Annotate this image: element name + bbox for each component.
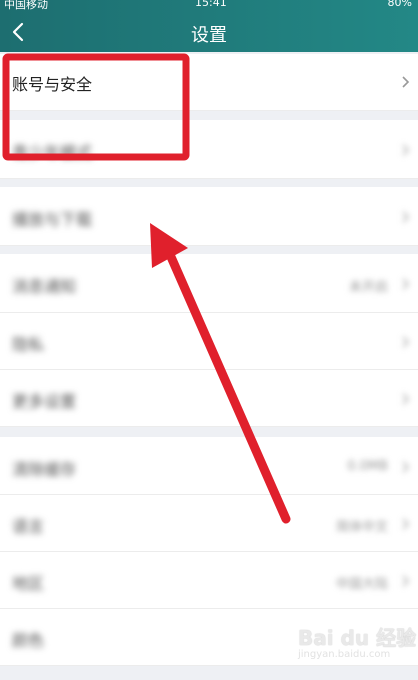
settings-item-region[interactable]: 地区 中国大陆	[0, 552, 418, 609]
chevron-right-icon	[402, 518, 410, 530]
settings-item-value: 0.0MB	[347, 459, 388, 474]
settings-item-clear-cache[interactable]: 清除缓存 0.0MB	[0, 437, 418, 495]
settings-item-label: 隐私	[12, 335, 45, 354]
settings-item-label: 颜色	[12, 631, 45, 650]
settings-item-label: 更多设置	[12, 392, 77, 411]
status-bar: 中国移动 15:41 80%	[0, 0, 418, 11]
chevron-right-icon	[402, 461, 410, 473]
clock: 15:41	[195, 0, 227, 9]
chevron-right-icon	[402, 393, 410, 405]
settings-item-playback-download[interactable]: 播放与下载	[0, 187, 418, 246]
chevron-right-icon	[402, 211, 410, 223]
settings-item-youth-mode[interactable]: 青少年模式	[0, 120, 418, 179]
settings-item-label: 账号与安全	[12, 75, 93, 94]
watermark-logo: Bai du 经验	[298, 626, 417, 650]
header-bar: 中国移动 15:41 80% 设置	[0, 0, 418, 52]
carrier-label: 中国移动	[4, 0, 48, 11]
page-title: 设置	[191, 25, 227, 46]
chevron-right-icon	[402, 336, 410, 348]
settings-item-label: 消息通知	[12, 277, 77, 296]
chevron-right-icon	[402, 144, 410, 156]
settings-item-value: 简体中文	[335, 520, 388, 535]
settings-item-label: 清除缓存	[12, 460, 77, 479]
chevron-right-icon	[402, 575, 410, 587]
chevron-right-icon	[402, 278, 410, 290]
settings-item-notifications[interactable]: 消息通知 未开启	[0, 254, 418, 313]
settings-item-value: 中国大陆	[335, 577, 388, 592]
settings-item-more[interactable]: 更多设置	[0, 370, 418, 427]
settings-item-account-security[interactable]: 账号与安全	[0, 54, 418, 111]
settings-item-language[interactable]: 语言 简体中文	[0, 495, 418, 552]
chevron-right-icon	[402, 76, 410, 88]
settings-item-label: 播放与下载	[12, 210, 93, 229]
settings-item-label: 语言	[12, 517, 45, 536]
settings-item-value: 未开启	[348, 280, 388, 295]
watermark: Bai du 经验 jingyan.baidu.com	[298, 622, 416, 660]
settings-item-privacy[interactable]: 隐私	[0, 313, 418, 370]
settings-item-label: 地区	[12, 574, 45, 593]
settings-item-label: 青少年模式	[12, 143, 93, 162]
battery-label: 80%	[387, 0, 412, 9]
